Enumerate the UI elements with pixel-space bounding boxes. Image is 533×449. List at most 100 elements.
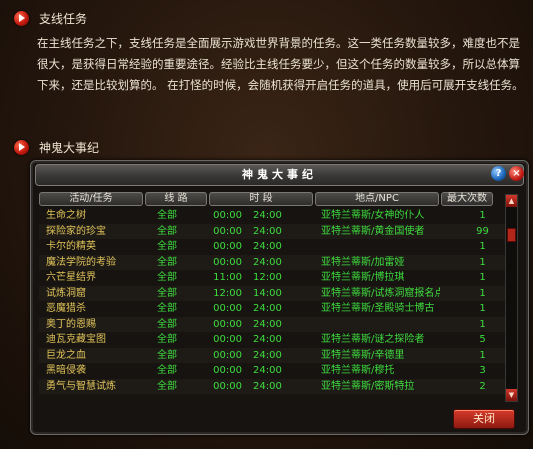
time-start-cell: 00:00 xyxy=(213,303,242,314)
max-count-cell: 1 xyxy=(479,349,486,361)
table-row[interactable]: 奥丁的恩赐 全部 00:00 24:00 1 xyxy=(39,316,513,333)
route-cell: 全部 xyxy=(157,334,177,345)
scroll-up-icon[interactable]: ▲ xyxy=(506,195,517,207)
table-row[interactable]: 生命之树 全部 00:00 24:00 亚特兰蒂斯/女神的仆人 1 xyxy=(39,208,513,224)
time-start-cell: 00:00 xyxy=(213,334,242,345)
location-cell: 亚特兰蒂斯/谜之探险者 xyxy=(321,334,425,345)
time-end-cell: 24:00 xyxy=(253,365,282,376)
max-count-cell: 1 xyxy=(479,303,486,314)
time-end-cell: 24:00 xyxy=(253,349,282,361)
window-title: 神鬼大事纪 xyxy=(35,164,524,186)
table-row[interactable]: 巨龙之血 全部 00:00 24:00 亚特兰蒂斯/辛德里 1 xyxy=(39,347,513,364)
time-start-cell: 00:00 xyxy=(213,225,242,237)
time-start-cell: 00:00 xyxy=(213,365,242,376)
task-name: 六芒星结界 xyxy=(46,272,96,283)
scroll-down-icon[interactable]: ▼ xyxy=(506,389,517,401)
location-cell: 亚特兰蒂斯/辛德里 xyxy=(321,349,405,361)
table-row[interactable]: 试炼洞窟 全部 12:00 14:00 亚特兰蒂斯/试炼洞窟报名点 1 xyxy=(39,285,513,302)
event-table-body: 生命之树 全部 00:00 24:00 亚特兰蒂斯/女神的仆人 1 探险家的珍宝 全部 00:0… xyxy=(39,208,513,394)
max-count-cell: 1 xyxy=(479,241,486,252)
section-header-events: 神鬼大事纪 xyxy=(14,138,99,156)
route-cell: 全部 xyxy=(157,365,177,376)
scrollbar[interactable]: ▲ ▼ xyxy=(505,194,518,402)
time-start-cell: 12:00 xyxy=(213,287,242,299)
table-header: 活动/任务 线 路 时 段 地点/NPC 最大次数 xyxy=(39,192,495,206)
task-name: 魔法学院的考验 xyxy=(46,256,116,268)
time-start-cell: 00:00 xyxy=(213,210,242,221)
table-row[interactable]: 魔法学院的考验 全部 00:00 24:00 亚特兰蒂斯/加雷娅 1 xyxy=(39,254,513,271)
time-end-cell: 12:00 xyxy=(253,272,282,283)
table-row[interactable]: 六芒星结界 全部 11:00 12:00 亚特兰蒂斯/博拉琪 1 xyxy=(39,270,513,286)
task-name: 试炼洞窟 xyxy=(46,287,86,299)
route-cell: 全部 xyxy=(157,272,177,283)
column-header[interactable]: 线 路 xyxy=(145,192,207,206)
task-name: 恶魔猎杀 xyxy=(46,303,86,314)
table-row[interactable]: 卡尔的精英 全部 00:00 24:00 1 xyxy=(39,239,513,255)
section-header-side-quests: 支线任务 xyxy=(14,9,87,27)
location-cell: 亚特兰蒂斯/黄金国使者 xyxy=(321,225,425,237)
max-count-cell: 1 xyxy=(479,318,486,330)
route-cell: 全部 xyxy=(157,349,177,361)
help-icon[interactable]: ? xyxy=(491,166,506,181)
location-cell xyxy=(316,239,440,255)
column-header[interactable]: 时 段 xyxy=(209,192,313,206)
task-name: 迪瓦克藏宝图 xyxy=(46,334,106,345)
location-cell: 亚特兰蒂斯/密斯特拉 xyxy=(321,380,415,392)
section-title: 支线任务 xyxy=(39,11,88,26)
time-start-cell: 00:00 xyxy=(213,256,242,268)
time-end-cell: 24:00 xyxy=(253,334,282,345)
time-start-cell: 00:00 xyxy=(213,318,242,330)
table-row[interactable]: 勇气与智慧试炼 全部 00:00 24:00 亚特兰蒂斯/密斯特拉 2 xyxy=(39,378,513,394)
table-row[interactable]: 迪瓦克藏宝图 全部 00:00 24:00 亚特兰蒂斯/谜之探险者 5 xyxy=(39,332,513,348)
max-count-cell: 2 xyxy=(479,380,486,392)
events-window: 神鬼大事纪 ? × 活动/任务 线 路 时 段 地点/NPC 最大次数 生命之树… xyxy=(30,160,529,435)
close-icon[interactable]: × xyxy=(509,166,524,181)
route-cell: 全部 xyxy=(157,225,177,237)
max-count-cell: 1 xyxy=(479,256,486,268)
section-description: 在主线任务之下，支线任务是全面展示游戏世界背景的任务。这一类任务数量较多，难度也… xyxy=(37,36,524,92)
table-row[interactable]: 恶魔猎杀 全部 00:00 24:00 亚特兰蒂斯/圣殿骑士博古 1 xyxy=(39,301,513,317)
close-button[interactable]: 关闭 xyxy=(453,409,515,429)
column-header[interactable]: 地点/NPC xyxy=(315,192,439,206)
location-cell: 亚特兰蒂斯/加雷娅 xyxy=(321,256,405,268)
route-cell: 全部 xyxy=(157,287,177,299)
table-row[interactable]: 黑暗侵袭 全部 00:00 24:00 亚特兰蒂斯/穆托 3 xyxy=(39,363,513,379)
route-cell: 全部 xyxy=(157,318,177,330)
time-start-cell: 00:00 xyxy=(213,349,242,361)
route-cell: 全部 xyxy=(157,303,177,314)
time-start-cell: 00:00 xyxy=(213,241,242,252)
task-name: 生命之树 xyxy=(46,210,86,221)
column-header[interactable]: 活动/任务 xyxy=(39,192,143,206)
time-end-cell: 24:00 xyxy=(253,210,282,221)
table-row[interactable]: 探险家的珍宝 全部 00:00 24:00 亚特兰蒂斯/黄金国使者 99 xyxy=(39,223,513,240)
time-end-cell: 24:00 xyxy=(253,256,282,268)
task-name: 巨龙之血 xyxy=(46,349,86,361)
location-cell: 亚特兰蒂斯/女神的仆人 xyxy=(321,210,425,221)
max-count-cell: 3 xyxy=(479,365,486,376)
time-end-cell: 24:00 xyxy=(253,241,282,252)
max-count-cell: 1 xyxy=(479,272,486,283)
location-cell: 亚特兰蒂斯/圣殿骑士博古 xyxy=(321,303,435,314)
task-name: 黑暗侵袭 xyxy=(46,365,86,376)
task-name: 勇气与智慧试炼 xyxy=(46,380,116,392)
max-count-cell: 1 xyxy=(479,210,486,221)
section-title: 神鬼大事纪 xyxy=(39,140,100,155)
max-count-cell: 99 xyxy=(476,225,489,237)
max-count-cell: 1 xyxy=(479,287,486,299)
time-end-cell: 24:00 xyxy=(253,380,282,392)
max-count-cell: 5 xyxy=(479,334,486,345)
location-cell: 亚特兰蒂斯/试炼洞窟报名点 xyxy=(321,287,440,299)
route-cell: 全部 xyxy=(157,256,177,268)
scroll-thumb[interactable] xyxy=(507,228,516,242)
time-end-cell: 24:00 xyxy=(253,303,282,314)
time-end-cell: 24:00 xyxy=(253,225,282,237)
time-end-cell: 14:00 xyxy=(253,287,282,299)
arrow-bullet-icon xyxy=(14,139,29,155)
column-header[interactable]: 最大次数 xyxy=(441,192,493,206)
